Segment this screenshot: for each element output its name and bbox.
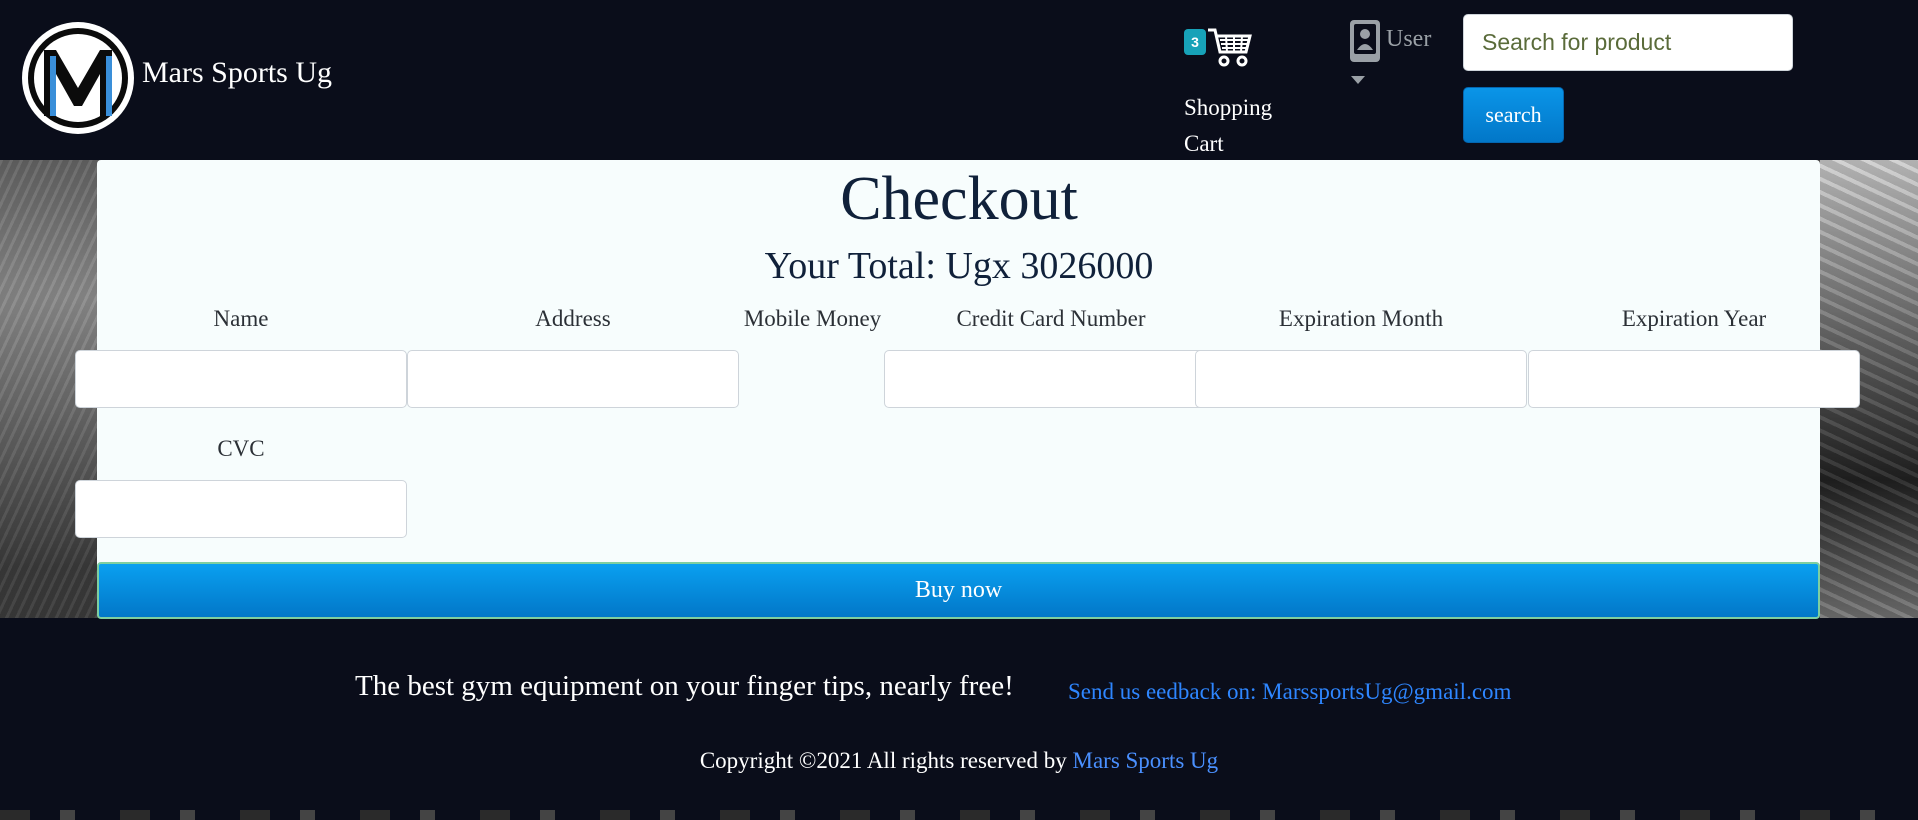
user-profile-icon xyxy=(1350,20,1380,62)
shopping-cart-icon xyxy=(1208,28,1252,67)
user-label: User xyxy=(1386,26,1432,52)
footer-tagline: The best gym equipment on your finger ti… xyxy=(355,670,1014,702)
name-label: Name xyxy=(213,306,269,331)
logo-m-icon xyxy=(28,28,128,128)
expiration-year-field[interactable] xyxy=(1528,350,1860,408)
address-field[interactable] xyxy=(407,350,739,408)
buy-now-button[interactable]: Buy now xyxy=(97,562,1820,619)
page-title: Checkout xyxy=(840,165,1078,233)
logo[interactable] xyxy=(22,22,134,134)
address-label: Address xyxy=(535,306,611,331)
brand-name[interactable]: Mars Sports Ug xyxy=(142,56,332,90)
shopping-cart-link[interactable]: 3 Shopping Cart xyxy=(1184,26,1294,162)
cvc-field[interactable] xyxy=(75,480,407,538)
order-total: Your Total: Ugx 3026000 xyxy=(764,245,1154,287)
card-number-field[interactable] xyxy=(884,350,1220,408)
user-dropdown-caret-icon[interactable] xyxy=(1351,76,1365,84)
cart-count-badge: 3 xyxy=(1184,29,1206,55)
name-field[interactable] xyxy=(75,350,407,408)
copyright-text: Copyright ©2021 All rights reserved by xyxy=(699,748,1067,773)
search-input[interactable] xyxy=(1463,14,1793,71)
user-menu[interactable]: User xyxy=(1348,18,1431,64)
copyright-brand-link[interactable]: Mars Sports Ug xyxy=(1073,748,1219,773)
expiration-month-label: Expiration Month xyxy=(1278,306,1444,331)
cvc-label: CVC xyxy=(217,436,265,461)
expiration-month-field[interactable] xyxy=(1195,350,1527,408)
search-button[interactable]: search xyxy=(1463,87,1564,143)
feedback-email-link[interactable]: Send us eedback on: MarssportsUg@gmail.c… xyxy=(1068,679,1511,705)
mobile-money-label: Mobile Money xyxy=(743,306,882,331)
shopping-cart-label: Shopping Cart xyxy=(1184,95,1273,156)
expiration-year-label: Expiration Year xyxy=(1621,306,1767,331)
copyright: Copyright ©2021 All rights reserved by M… xyxy=(0,748,1918,774)
card-number-label: Credit Card Number xyxy=(956,306,1146,331)
bottom-decorative-strip xyxy=(0,810,1918,820)
